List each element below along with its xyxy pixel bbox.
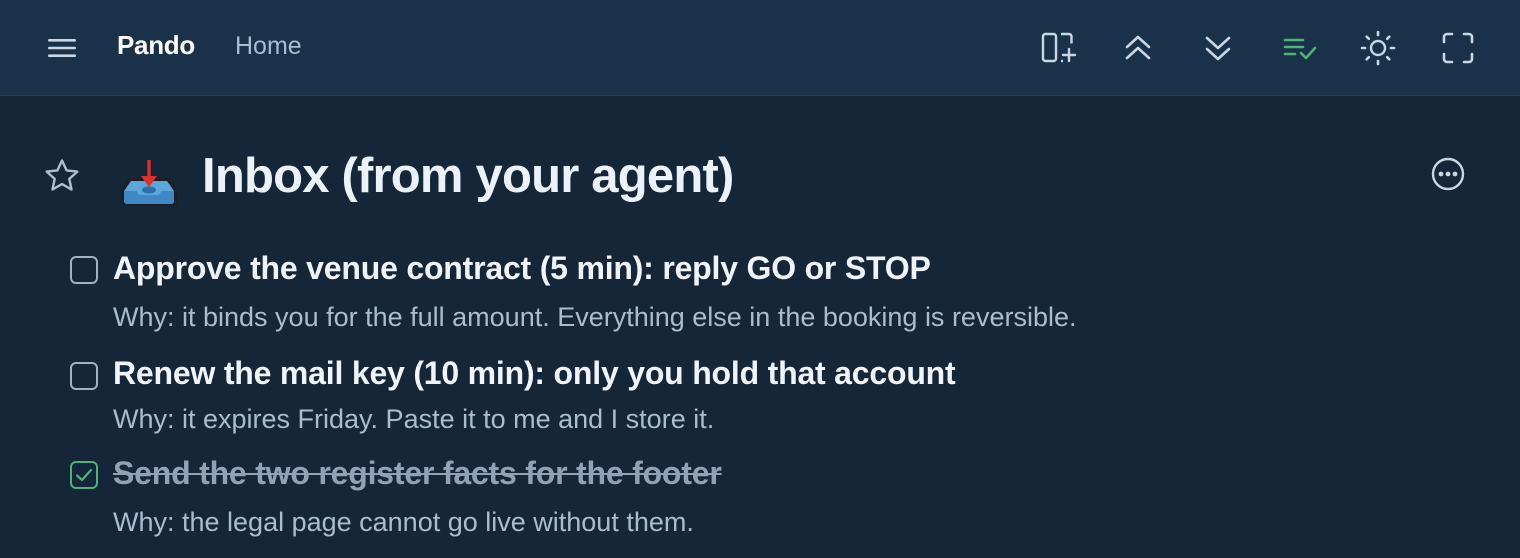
task-description: Why: the legal page cannot go live witho… [113,507,694,537]
checklist-button[interactable] [1278,28,1322,68]
collapse-down-icon [1205,36,1231,61]
inbox-tray-icon [114,154,184,214]
menu-icon [48,39,76,57]
checklist-icon [1283,38,1317,60]
collapse-down-button[interactable] [1198,28,1238,68]
task-item: Renew the mail key (10 min): only you ho… [0,353,1520,443]
add-panel-button[interactable] [1036,28,1080,68]
fullscreen-icon [1442,32,1474,64]
star-icon [45,159,79,191]
expand-up-icon [1125,35,1151,60]
task-item-completed: Send the two register facts for the foot… [0,455,1520,555]
checkmark-icon [75,468,93,482]
page-title: Inbox (from your agent) [202,149,734,203]
favorite-button[interactable] [40,154,84,198]
expand-up-button[interactable] [1118,28,1158,68]
theme-toggle-button[interactable] [1358,28,1398,68]
brand-name[interactable]: Pando [117,30,195,61]
add-panel-icon [1041,32,1077,63]
task-checkbox[interactable] [70,362,98,390]
top-bar: Pando Home [0,0,1520,96]
task-description: Why: it expires Friday. Paste it to me a… [113,404,715,434]
task-title[interactable]: Approve the venue contract (5 min): repl… [113,250,931,287]
breadcrumb-home[interactable]: Home [235,32,302,61]
more-options-button[interactable] [1426,152,1470,196]
sun-icon [1360,30,1396,66]
more-options-icon [1431,157,1465,191]
page-header: Inbox (from your agent) [0,130,1520,230]
task-title[interactable]: Send the two register facts for the foot… [113,455,722,492]
fullscreen-button[interactable] [1438,28,1478,68]
task-title[interactable]: Renew the mail key (10 min): only you ho… [113,355,956,392]
menu-button[interactable] [42,28,82,68]
task-checkbox[interactable] [70,256,98,284]
task-description: Why: it binds you for the full amount. E… [113,302,1077,332]
task-checkbox-checked[interactable] [70,461,98,489]
task-item: Approve the venue contract (5 min): repl… [0,250,1520,340]
